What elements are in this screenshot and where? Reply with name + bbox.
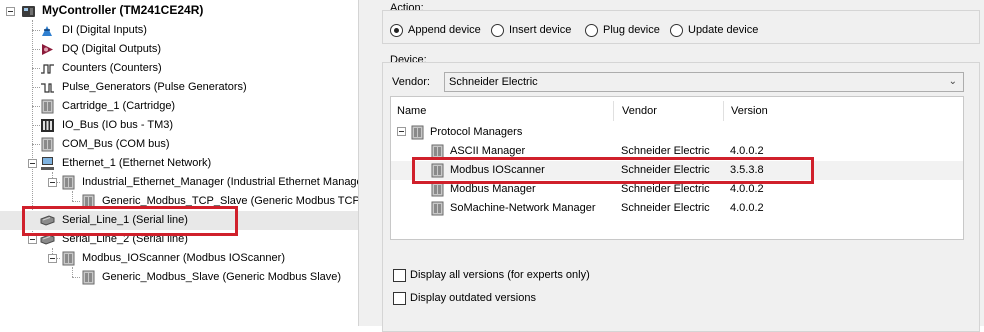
tree-item-label: Cartridge_1 (Cartridge) [62, 100, 176, 112]
tree-item-di[interactable]: DI (Digital Inputs) [0, 21, 358, 40]
module-icon [62, 251, 75, 266]
tree-item-label: COM_Bus (COM bus) [62, 138, 170, 150]
module-icon [82, 270, 95, 285]
checkbox[interactable] [393, 292, 406, 305]
pulse-generator-icon [41, 83, 54, 93]
radio-label: Insert device [509, 24, 572, 36]
io-bus-icon [41, 119, 54, 132]
tree-item-mycontroller[interactable]: MyController (TM241CE24R) [0, 2, 358, 21]
radio-label: Plug device [603, 24, 660, 36]
module-icon [41, 137, 54, 152]
tree-item-label: DI (Digital Inputs) [62, 24, 147, 36]
tree-item-label: MyController (TM241CE24R) [42, 3, 204, 17]
device-version: 4.0.0.2 [730, 145, 764, 157]
module-icon [431, 182, 444, 197]
digital-outputs-icon [42, 44, 53, 55]
module-icon [431, 201, 444, 216]
vendor-select-value: Schneider Electric [449, 76, 538, 88]
radio-button[interactable] [585, 24, 598, 37]
device-vendor: Schneider Electric [621, 145, 710, 157]
device-vendor: Schneider Electric [621, 202, 710, 214]
add-device-panel: Action: Append device Insert device Plug… [368, 0, 984, 332]
device-name: Modbus Manager [450, 183, 536, 195]
collapse-icon[interactable] [6, 7, 15, 16]
action-group: Append device Insert device Plug device … [382, 10, 980, 44]
radio-label: Append device [408, 24, 481, 36]
tree-item-label: Ethernet_1 (Ethernet Network) [62, 157, 212, 169]
tree-item-label: DQ (Digital Outputs) [62, 43, 162, 55]
module-icon [62, 175, 75, 190]
collapse-icon[interactable] [28, 235, 37, 244]
column-header-name[interactable]: Name [397, 105, 426, 117]
tree-item-generic-modbus-slave[interactable]: Generic_Modbus_Slave (Generic Modbus Sla… [0, 268, 358, 287]
tree-item-label: Industrial_Ethernet_Manager (Industrial … [82, 176, 358, 188]
highlight-annotation [22, 206, 238, 236]
tree-item-modbus-ioscanner[interactable]: Modbus_IOScanner (Modbus IOScanner) [0, 249, 358, 268]
chevron-down-icon[interactable]: ⌄ [949, 76, 957, 87]
column-header-version[interactable]: Version [731, 105, 768, 117]
tree-item-label: Modbus_IOScanner (Modbus IOScanner) [82, 252, 285, 264]
column-header-vendor[interactable]: Vendor [622, 105, 657, 117]
splitter-bar[interactable] [358, 0, 368, 326]
checkbox-label: Display outdated versions [410, 292, 536, 304]
device-version: 4.0.0.2 [730, 202, 764, 214]
radio-button[interactable] [390, 24, 403, 37]
controller-icon [22, 6, 35, 17]
radio-button[interactable] [670, 24, 683, 37]
collapse-icon[interactable] [28, 159, 37, 168]
list-item[interactable]: SoMachine-Network Manager Schneider Elec… [391, 199, 963, 218]
module-icon [41, 99, 54, 114]
column-separator[interactable] [723, 101, 724, 121]
list-group-protocol-managers[interactable]: Protocol Managers [391, 123, 963, 142]
collapse-icon[interactable] [48, 178, 57, 187]
vendor-select[interactable]: Schneider Electric ⌄ [444, 72, 964, 92]
column-separator[interactable] [613, 101, 614, 121]
tree-item-cartridge[interactable]: Cartridge_1 (Cartridge) [0, 97, 358, 116]
tree-item-pulse-generators[interactable]: Pulse_Generators (Pulse Generators) [0, 78, 358, 97]
vendor-label: Vendor: [392, 76, 430, 88]
device-vendor: Schneider Electric [621, 183, 710, 195]
checkbox-label: Display all versions (for experts only) [410, 269, 590, 281]
tree-item-dq[interactable]: DQ (Digital Outputs) [0, 40, 358, 59]
checkbox[interactable] [393, 269, 406, 282]
tree-item-label: Generic_Modbus_Slave (Generic Modbus Sla… [102, 271, 342, 283]
radio-button[interactable] [491, 24, 504, 37]
collapse-icon[interactable] [48, 254, 57, 263]
tree-item-counters[interactable]: Counters (Counters) [0, 59, 358, 78]
tree-item-label: Counters (Counters) [62, 62, 162, 74]
counter-pulse-icon [41, 64, 54, 74]
tree-item-com-bus[interactable]: COM_Bus (COM bus) [0, 135, 358, 154]
device-name: ASCII Manager [450, 145, 526, 157]
collapse-icon[interactable] [397, 127, 406, 136]
tree-item-io-bus[interactable]: IO_Bus (IO bus - TM3) [0, 116, 358, 135]
module-icon [411, 125, 424, 140]
device-name: SoMachine-Network Manager [450, 202, 596, 214]
group-label: Protocol Managers [430, 126, 523, 138]
tree-item-industrial-ethernet-manager[interactable]: Industrial_Ethernet_Manager (Industrial … [0, 173, 358, 192]
digital-inputs-icon [42, 26, 52, 36]
radio-label: Update device [688, 24, 759, 36]
device-tree: MyController (TM241CE24R) DI (Digital In… [0, 0, 358, 326]
network-computer-icon [41, 157, 54, 170]
tree-item-label: IO_Bus (IO bus - TM3) [62, 119, 174, 131]
highlight-annotation [412, 157, 814, 184]
device-version: 4.0.0.2 [730, 183, 764, 195]
tree-item-label: Pulse_Generators (Pulse Generators) [62, 81, 247, 93]
tree-item-ethernet[interactable]: Ethernet_1 (Ethernet Network) [0, 154, 358, 173]
